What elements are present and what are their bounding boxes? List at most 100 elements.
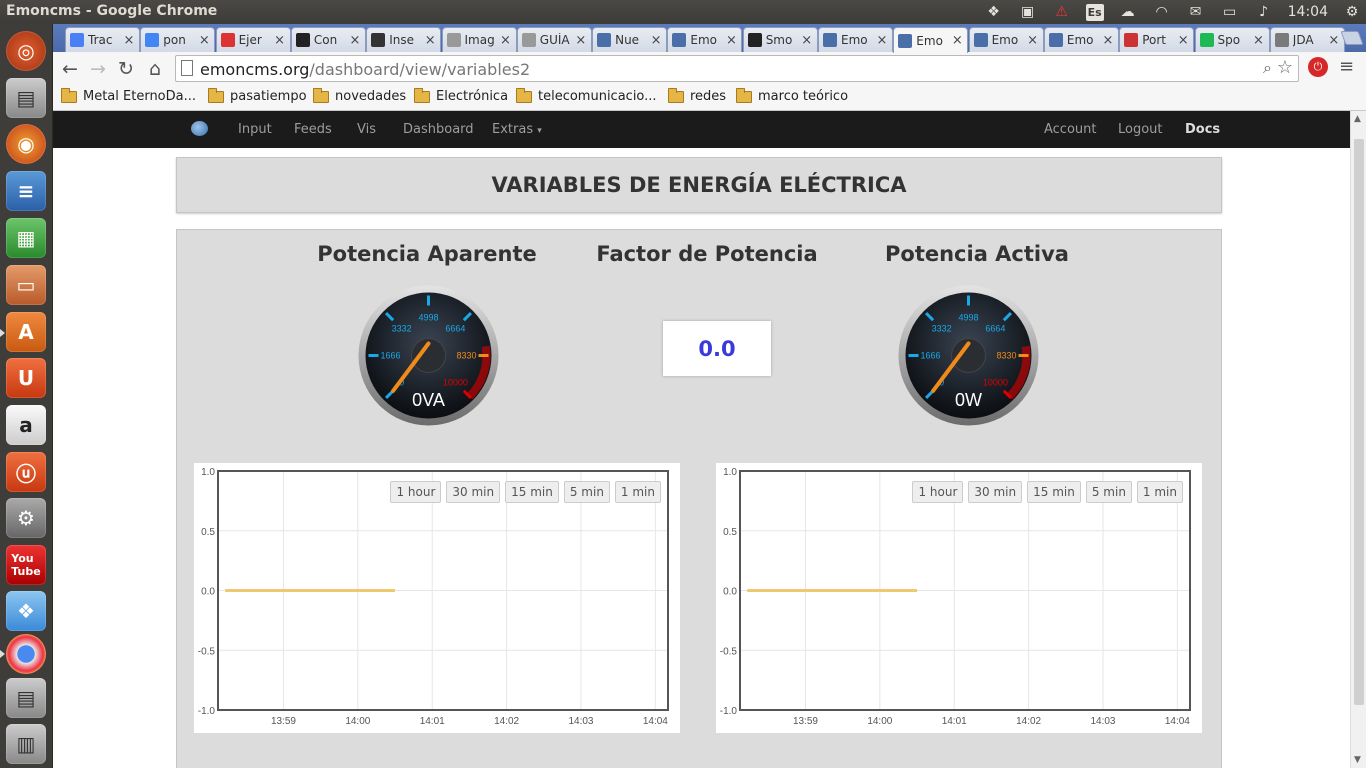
tab-8[interactable]: Emo × bbox=[667, 27, 743, 52]
wifi-icon[interactable]: ◠ bbox=[1152, 3, 1172, 21]
close-tab-icon[interactable]: × bbox=[724, 33, 738, 48]
trash-icon[interactable]: ▥ bbox=[6, 724, 46, 764]
bookmark-folder[interactable]: novedades bbox=[313, 87, 406, 104]
tab-3[interactable]: Con × bbox=[290, 27, 366, 52]
mail-icon[interactable]: ✉ bbox=[1186, 3, 1206, 21]
files-icon[interactable]: ▤ bbox=[6, 78, 46, 118]
close-tab-icon[interactable]: × bbox=[1327, 33, 1341, 48]
chrome-icon[interactable] bbox=[6, 634, 46, 674]
youtube-icon[interactable]: You Tube bbox=[6, 545, 46, 585]
nav-dashboard[interactable]: Dashboard bbox=[403, 122, 474, 137]
tab-13[interactable]: Emo × bbox=[1043, 27, 1119, 52]
nav-account[interactable]: Account bbox=[1044, 122, 1097, 137]
tab-6[interactable]: GUÍA × bbox=[516, 27, 592, 52]
writer-icon[interactable]: ≡ bbox=[6, 171, 46, 211]
close-tab-icon[interactable]: × bbox=[875, 33, 889, 48]
tab-1[interactable]: pon × bbox=[140, 27, 216, 52]
page-scrollbar[interactable]: ▲ ▼ bbox=[1350, 111, 1366, 768]
dash-home-icon[interactable]: ◎ bbox=[6, 31, 46, 71]
dropbox-launcher-icon[interactable]: ❖ bbox=[6, 591, 46, 631]
range-button[interactable]: 5 min bbox=[1085, 481, 1132, 503]
close-tab-icon[interactable]: × bbox=[273, 33, 287, 48]
tab-10[interactable]: Emo × bbox=[818, 27, 893, 52]
calc-icon[interactable]: ▦ bbox=[6, 218, 46, 258]
tab-9[interactable]: Smo × bbox=[742, 27, 818, 52]
nav-extras[interactable]: Extras ▾ bbox=[492, 122, 542, 137]
close-tab-icon[interactable]: × bbox=[423, 33, 437, 48]
scroll-down-icon[interactable]: ▼ bbox=[1354, 755, 1361, 765]
ubuntu-one-icon[interactable]: U bbox=[6, 358, 46, 398]
tab-14[interactable]: Port × bbox=[1119, 27, 1195, 52]
range-button[interactable]: 15 min bbox=[1027, 481, 1081, 503]
tab-11[interactable]: Emo × bbox=[893, 27, 969, 53]
gear-icon[interactable]: ⚙ bbox=[1342, 3, 1362, 21]
close-tab-icon[interactable]: × bbox=[122, 33, 136, 48]
range-button[interactable]: 1 min bbox=[1136, 481, 1183, 503]
nav-input[interactable]: Input bbox=[238, 122, 272, 137]
range-button[interactable]: 1 hour bbox=[390, 481, 442, 503]
close-tab-icon[interactable]: × bbox=[1252, 33, 1266, 48]
range-button[interactable]: 1 min bbox=[614, 481, 661, 503]
reload-icon[interactable]: ↻ bbox=[114, 57, 138, 81]
bookmark-folder[interactable]: marco teórico bbox=[736, 87, 848, 104]
bookmark-folder[interactable]: Electrónica bbox=[414, 87, 508, 104]
tab-7[interactable]: Nue × bbox=[592, 27, 668, 52]
close-tab-icon[interactable]: × bbox=[950, 33, 964, 48]
tab-5[interactable]: Imag × bbox=[441, 27, 517, 52]
tab-15[interactable]: Spo × bbox=[1194, 27, 1270, 52]
warning-icon[interactable]: ⚠ bbox=[1052, 3, 1072, 21]
forward-icon[interactable]: → bbox=[86, 57, 110, 81]
bookmark-folder[interactable]: telecomunicacio... bbox=[516, 87, 657, 104]
battery-icon[interactable]: ▭ bbox=[1220, 3, 1240, 21]
close-tab-icon[interactable]: × bbox=[499, 33, 513, 48]
ubuntu-one-music-icon[interactable]: ⓤ bbox=[6, 452, 46, 492]
tab-4[interactable]: Inse × bbox=[366, 27, 442, 52]
new-tab-button[interactable] bbox=[1340, 31, 1364, 45]
settings-icon[interactable]: ⚙ bbox=[6, 498, 46, 538]
close-tab-icon[interactable]: × bbox=[574, 33, 588, 48]
evernote-icon[interactable]: ▣ bbox=[1018, 3, 1038, 21]
close-tab-icon[interactable]: × bbox=[1026, 33, 1040, 48]
home-icon[interactable]: ⌂ bbox=[143, 57, 167, 81]
software-center-icon[interactable]: A bbox=[6, 312, 46, 352]
close-tab-icon[interactable]: × bbox=[197, 33, 211, 48]
dropbox-icon[interactable]: ❖ bbox=[984, 3, 1004, 21]
bookmark-folder[interactable]: pasatiempo bbox=[208, 87, 307, 104]
scroll-up-icon[interactable]: ▲ bbox=[1354, 114, 1361, 124]
range-button[interactable]: 15 min bbox=[505, 481, 559, 503]
extension-icon[interactable]: ⏻ bbox=[1308, 57, 1328, 77]
nav-vis[interactable]: Vis bbox=[357, 122, 376, 137]
cloud-icon[interactable]: ☁ bbox=[1118, 3, 1138, 21]
close-tab-icon[interactable]: × bbox=[1176, 33, 1190, 48]
range-button[interactable]: 5 min bbox=[563, 481, 610, 503]
tab-2[interactable]: Ejer × bbox=[215, 27, 291, 52]
nav-feeds[interactable]: Feeds bbox=[294, 122, 332, 137]
amazon-icon[interactable]: a bbox=[6, 405, 46, 445]
tab-12[interactable]: Emo × bbox=[968, 27, 1044, 52]
close-tab-icon[interactable]: × bbox=[348, 33, 362, 48]
workspace-switcher-icon[interactable]: ▤ bbox=[6, 678, 46, 718]
range-button[interactable]: 1 hour bbox=[912, 481, 964, 503]
zoom-icon[interactable]: ⌕ bbox=[1263, 58, 1272, 78]
close-tab-icon[interactable]: × bbox=[1101, 33, 1115, 48]
bookmark-star-icon[interactable]: ☆ bbox=[1277, 57, 1293, 78]
address-bar[interactable]: emoncms.org/dashboard/view/variables2 ⌕ … bbox=[175, 55, 1299, 82]
tab-0[interactable]: Trac × bbox=[65, 27, 140, 52]
range-button[interactable]: 30 min bbox=[968, 481, 1023, 503]
bookmark-folder[interactable]: Metal EternoDa... bbox=[61, 87, 196, 104]
nav-docs[interactable]: Docs bbox=[1185, 122, 1220, 137]
nav-logout[interactable]: Logout bbox=[1118, 122, 1163, 137]
keyboard-layout-indicator[interactable]: Es bbox=[1085, 3, 1104, 21]
url-text[interactable]: emoncms.org/dashboard/view/variables2 bbox=[200, 60, 530, 79]
range-button[interactable]: 30 min bbox=[446, 481, 501, 503]
scrollbar-thumb[interactable] bbox=[1354, 139, 1364, 705]
back-icon[interactable]: ← bbox=[58, 57, 82, 81]
clock[interactable]: 14:04 bbox=[1288, 4, 1328, 20]
tab-16[interactable]: JDA × bbox=[1269, 27, 1345, 52]
close-tab-icon[interactable]: × bbox=[649, 33, 663, 48]
emoncms-logo-icon[interactable] bbox=[191, 121, 208, 136]
chrome-menu-icon[interactable]: ≡ bbox=[1339, 56, 1354, 77]
impress-icon[interactable]: ▭ bbox=[6, 265, 46, 305]
firefox-icon[interactable]: ◉ bbox=[6, 124, 46, 164]
volume-icon[interactable]: ♪ bbox=[1254, 3, 1274, 21]
